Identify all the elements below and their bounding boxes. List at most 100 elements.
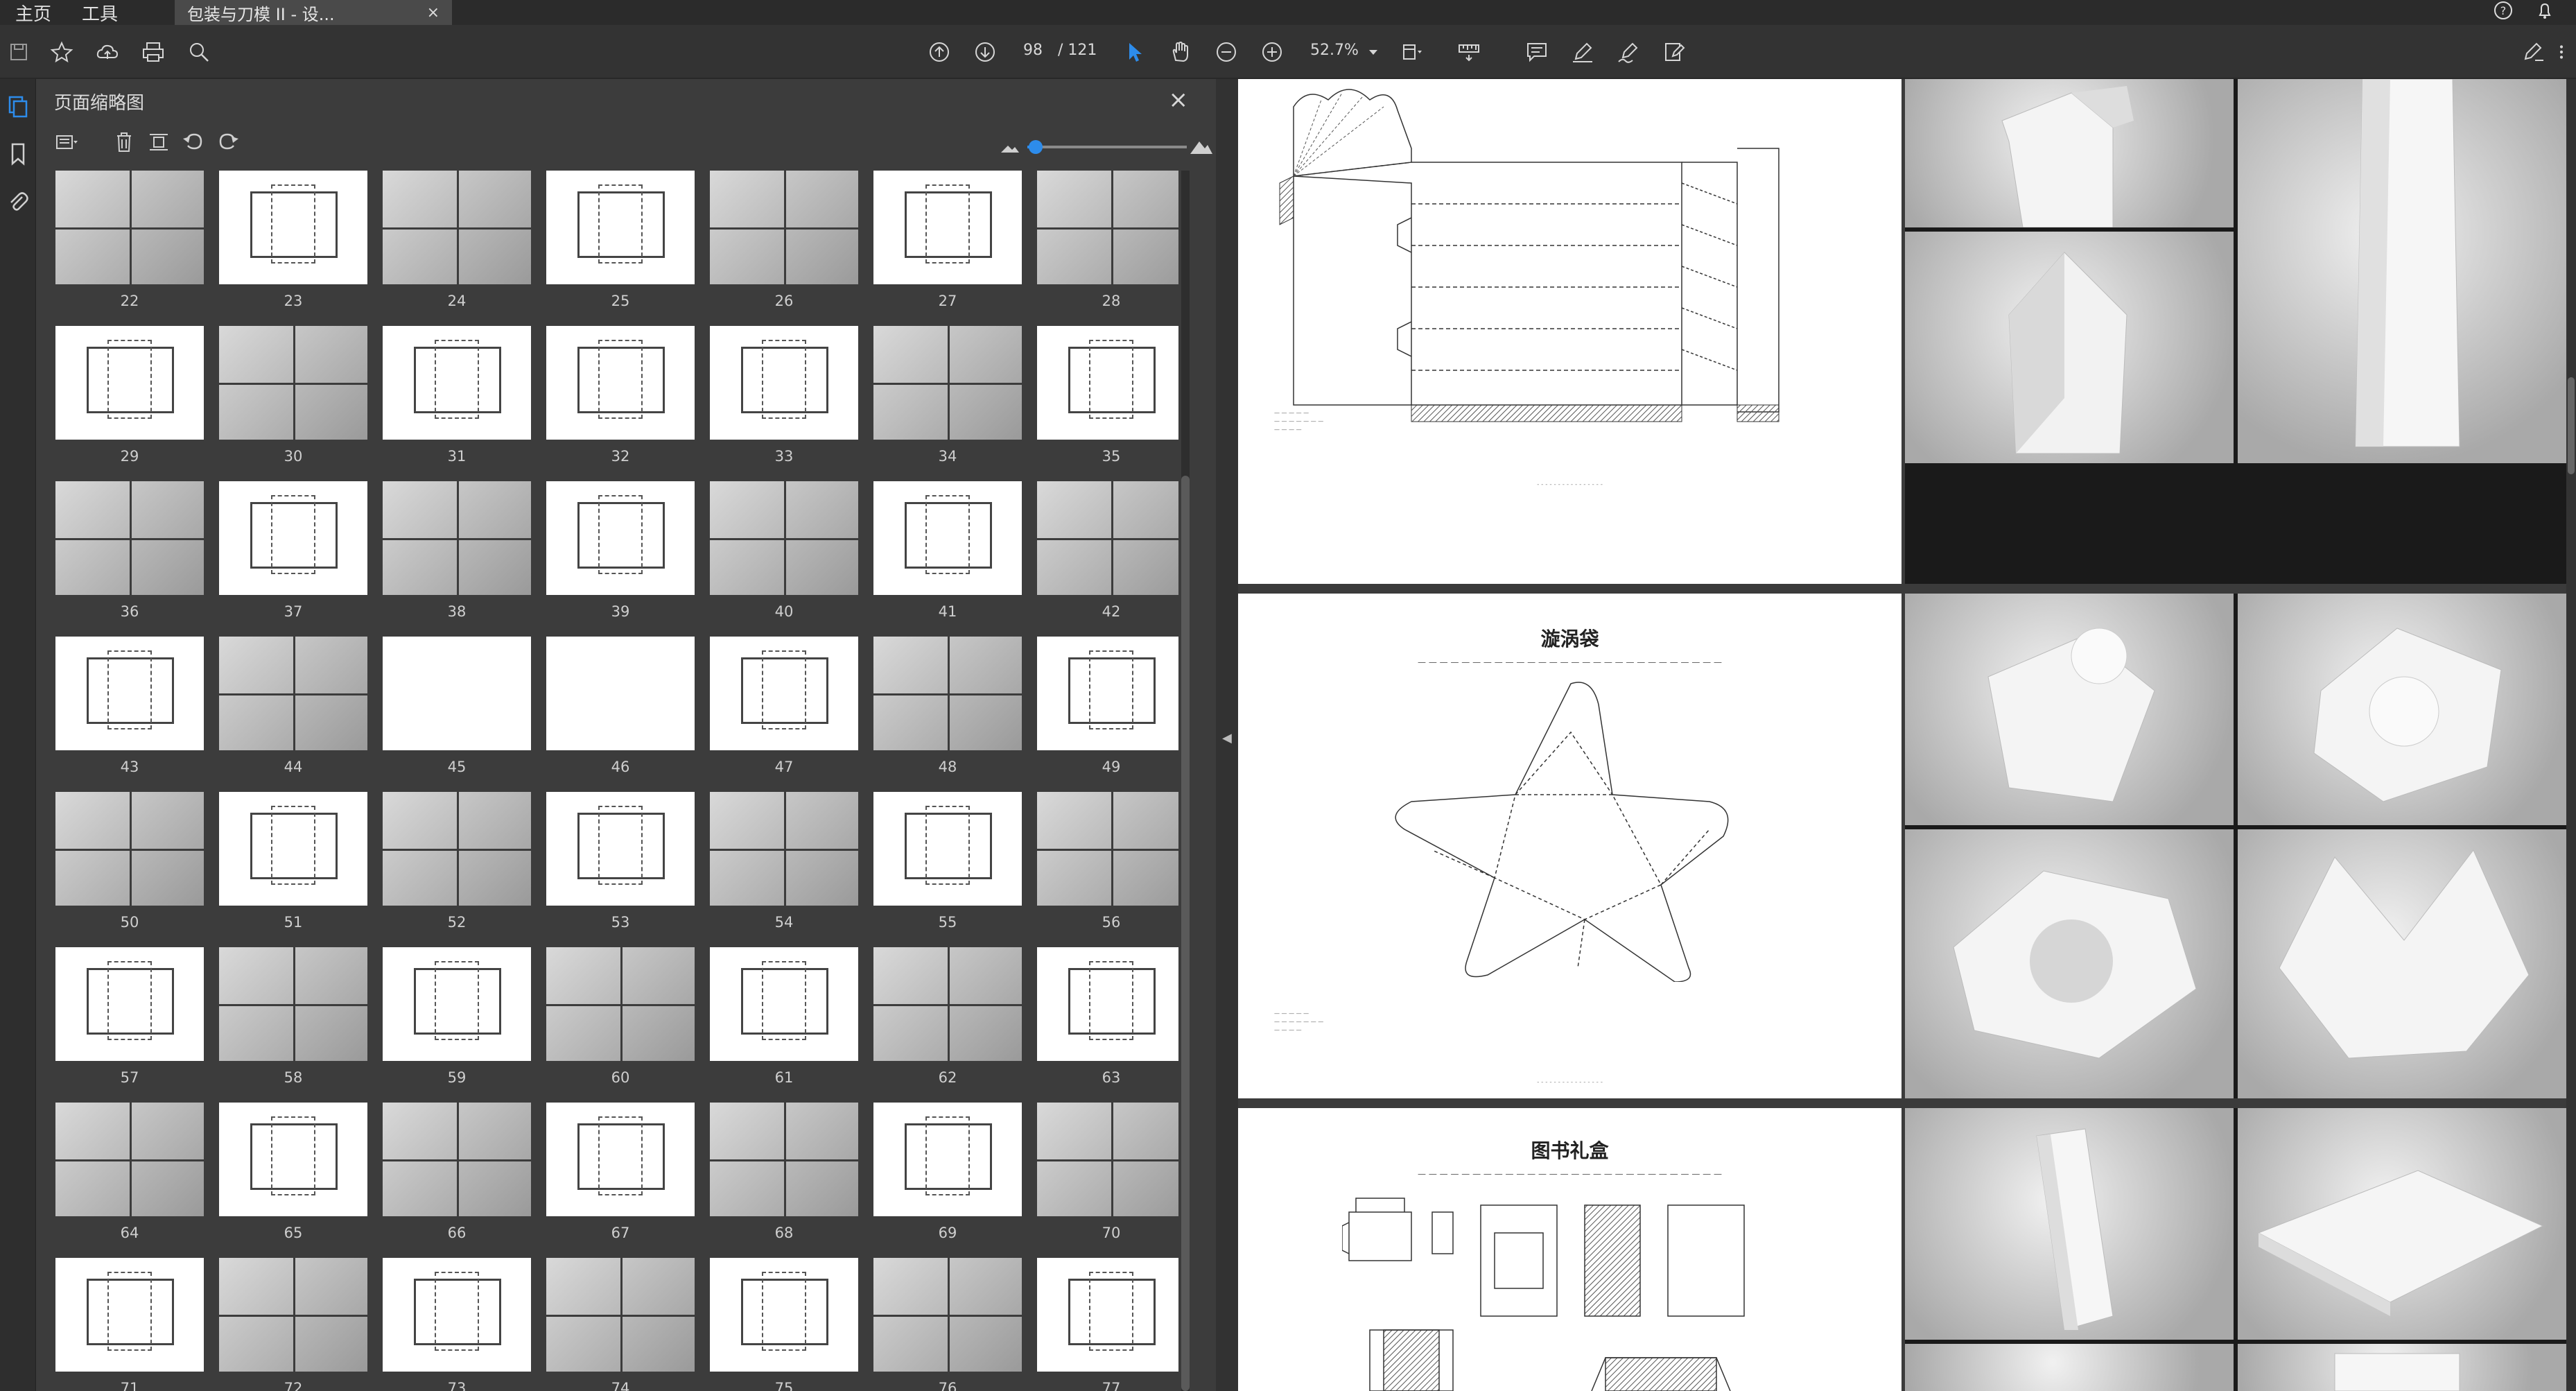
page-thumbnail[interactable]: 73 — [383, 1258, 531, 1391]
panel-splitter[interactable]: ◀ — [1216, 79, 1238, 1391]
rotate-counterclockwise-icon[interactable] — [180, 129, 208, 157]
zoom-out-icon[interactable] — [1212, 37, 1241, 67]
page-thumbnail[interactable]: 36 — [55, 481, 204, 637]
select-cursor-icon[interactable] — [1120, 37, 1149, 67]
page-thumbnail[interactable]: 58 — [219, 947, 367, 1103]
page-thumbnail[interactable]: 66 — [383, 1103, 531, 1258]
fill-sign-icon[interactable] — [1660, 37, 1689, 67]
menu-home[interactable]: 主页 — [0, 0, 67, 25]
page-thumbnail[interactable]: 48 — [873, 637, 1022, 792]
page-thumbnail[interactable]: 74 — [546, 1258, 695, 1391]
scrollbar-thumb[interactable] — [1181, 476, 1190, 1391]
sign-pen-icon[interactable] — [1614, 37, 1643, 67]
page-thumbnail[interactable]: 62 — [873, 947, 1022, 1103]
page-fit-icon[interactable] — [1398, 37, 1427, 67]
page-thumbnail[interactable]: 30 — [219, 326, 367, 481]
print-icon[interactable] — [139, 37, 168, 67]
page-thumbnail[interactable]: 43 — [55, 637, 204, 792]
zoom-level-dropdown[interactable]: 52.7% — [1310, 42, 1359, 59]
page-thumbnail[interactable]: 60 — [546, 947, 695, 1103]
page-thumbnail[interactable]: 76 — [873, 1258, 1022, 1391]
page-thumbnail[interactable]: 75 — [710, 1258, 858, 1391]
page-number-input[interactable]: 98 — [1023, 42, 1043, 59]
page-thumbnail[interactable]: 70 — [1037, 1103, 1178, 1258]
delete-page-icon[interactable] — [111, 129, 139, 157]
page-thumbnail[interactable]: 22 — [55, 171, 204, 326]
save-icon[interactable] — [4, 37, 33, 67]
document-view[interactable]: — — — — — — — — — — — — — — — — - - - - - … — [1238, 79, 2576, 1391]
document-scrollbar[interactable] — [2566, 79, 2576, 1391]
page-thumbnail[interactable]: 69 — [873, 1103, 1022, 1258]
edit-share-icon[interactable] — [2519, 37, 2548, 67]
page-thumbnail[interactable]: 63 — [1037, 947, 1178, 1103]
bookmarks-icon[interactable] — [4, 140, 32, 168]
page-thumbnail[interactable]: 44 — [219, 637, 367, 792]
next-page-icon[interactable] — [971, 37, 1000, 67]
zoom-dropdown-chevron-icon[interactable] — [1359, 37, 1388, 67]
page-thumbnail[interactable]: 77 — [1037, 1258, 1178, 1391]
page-thumbnails-icon[interactable] — [4, 93, 32, 121]
upload-cloud-icon[interactable] — [93, 37, 122, 67]
bookmark-star-icon[interactable] — [47, 37, 76, 67]
slider-track[interactable] — [1027, 146, 1187, 148]
help-icon[interactable]: ? — [2493, 0, 2514, 26]
page-thumbnail[interactable]: 24 — [383, 171, 531, 326]
page-thumbnail[interactable]: 23 — [219, 171, 367, 326]
page-thumbnail[interactable]: 29 — [55, 326, 204, 481]
page-thumbnail[interactable]: 47 — [710, 637, 858, 792]
page-thumbnail[interactable]: 52 — [383, 792, 531, 947]
menu-tools[interactable]: 工具 — [67, 0, 133, 25]
extract-page-icon[interactable] — [146, 129, 173, 157]
page-thumbnail[interactable]: 57 — [55, 947, 204, 1103]
measure-ruler-icon[interactable] — [1454, 37, 1483, 67]
more-options-icon[interactable] — [2551, 37, 2572, 67]
page-thumbnail[interactable]: 38 — [383, 481, 531, 637]
attachments-paperclip-icon[interactable] — [4, 187, 32, 215]
page-thumbnail[interactable]: 56 — [1037, 792, 1178, 947]
page-thumbnail[interactable]: 45 — [383, 637, 531, 792]
page-thumbnail[interactable]: 64 — [55, 1103, 204, 1258]
zoom-in-icon[interactable] — [1257, 37, 1287, 67]
page-thumbnail[interactable]: 50 — [55, 792, 204, 947]
thumbnail-panel-scrollbar[interactable] — [1181, 171, 1190, 1391]
page-thumbnail[interactable]: 55 — [873, 792, 1022, 947]
scrollbar-thumb[interactable] — [2568, 377, 2575, 474]
thumbnail-size-slider[interactable] — [1000, 137, 1212, 157]
page-thumbnail[interactable]: 61 — [710, 947, 858, 1103]
page-thumbnail[interactable]: 27 — [873, 171, 1022, 326]
page-thumbnail[interactable]: 68 — [710, 1103, 858, 1258]
search-icon[interactable] — [184, 37, 214, 67]
page-thumbnail[interactable]: 34 — [873, 326, 1022, 481]
page-thumbnail[interactable]: 42 — [1037, 481, 1178, 637]
hand-tool-icon[interactable] — [1166, 37, 1195, 67]
notification-bell-icon[interactable] — [2534, 0, 2555, 26]
previous-page-icon[interactable] — [925, 37, 954, 67]
collapse-panel-arrow-icon[interactable]: ◀ — [1222, 731, 1232, 745]
page-thumbnail[interactable]: 33 — [710, 326, 858, 481]
page-thumbnail[interactable]: 31 — [383, 326, 531, 481]
page-thumbnail[interactable]: 39 — [546, 481, 695, 637]
panel-close-icon[interactable]: × — [1169, 86, 1189, 114]
page-thumbnail[interactable]: 32 — [546, 326, 695, 481]
rotate-clockwise-icon[interactable] — [215, 129, 243, 157]
page-thumbnail[interactable]: 65 — [219, 1103, 367, 1258]
page-thumbnail[interactable]: 59 — [383, 947, 531, 1103]
page-thumbnail[interactable]: 49 — [1037, 637, 1178, 792]
comment-icon[interactable] — [1522, 37, 1551, 67]
page-thumbnail[interactable]: 40 — [710, 481, 858, 637]
document-tab-close-icon[interactable]: × — [427, 4, 440, 21]
page-thumbnail[interactable]: 26 — [710, 171, 858, 326]
highlight-pen-icon[interactable] — [1568, 37, 1597, 67]
page-thumbnail[interactable]: 71 — [55, 1258, 204, 1391]
page-thumbnail[interactable]: 37 — [219, 481, 367, 637]
page-thumbnail[interactable]: 67 — [546, 1103, 695, 1258]
slider-knob[interactable] — [1028, 140, 1043, 154]
page-thumbnail[interactable]: 53 — [546, 792, 695, 947]
document-tab[interactable]: 包装与刀模 II - 设... × — [175, 0, 453, 25]
page-thumbnail[interactable]: 35 — [1037, 326, 1178, 481]
page-thumbnail[interactable]: 46 — [546, 637, 695, 792]
page-thumbnail[interactable]: 72 — [219, 1258, 367, 1391]
page-thumbnail[interactable]: 41 — [873, 481, 1022, 637]
page-thumbnail[interactable]: 51 — [219, 792, 367, 947]
page-thumbnail[interactable]: 28 — [1037, 171, 1178, 326]
